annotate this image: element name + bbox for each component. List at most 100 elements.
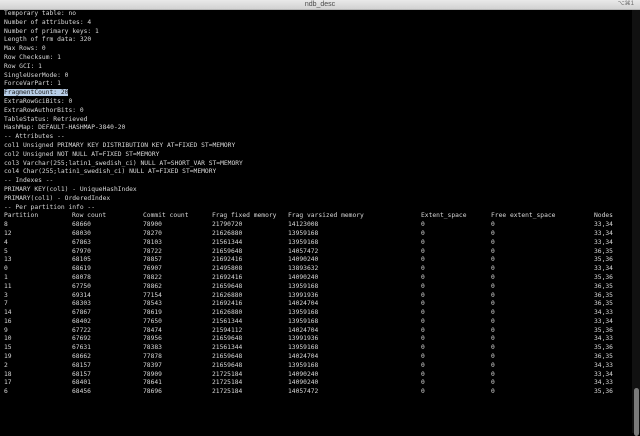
table-cell: Frag varsized memory <box>288 212 364 220</box>
table-cell: 0 <box>491 353 495 361</box>
table-cell: 0 <box>491 238 495 246</box>
table-cell: 78822 <box>143 273 162 281</box>
table-cell: 0 <box>421 256 425 264</box>
table-cell: 67631 <box>72 344 91 352</box>
table-cell: 21659648 <box>212 353 243 361</box>
table-cell: 13959168 <box>288 344 319 352</box>
table-cell: 33,34 <box>594 221 613 229</box>
table-cell: 33,34 <box>594 370 613 378</box>
table-cell: 21561344 <box>212 344 243 352</box>
table-cell: 0 <box>421 229 425 237</box>
table-cell: 78270 <box>143 229 162 237</box>
table-cell: 21659648 <box>212 361 243 369</box>
table-cell: 0 <box>421 309 425 317</box>
table-cell: 34,33 <box>594 309 613 317</box>
table-cell: 21495808 <box>212 265 243 273</box>
table-cell: 33,34 <box>594 238 613 246</box>
window-shortcut-label: ⌥⌘1 <box>617 1 634 7</box>
output-line: PRIMARY(col1) - OrderedIndex <box>0 195 632 204</box>
table-cell: 3 <box>4 291 8 299</box>
output-line-text: col3 Varchar(255;latin1_swedish_ci) NULL… <box>4 159 243 167</box>
table-row: 11 67750 78862 21659648 13959168 0 0 36,35 <box>0 283 632 292</box>
table-cell: 13 <box>4 256 12 264</box>
output-line-text: col4 Char(255;latin1_swedish_ci) NULL AT… <box>4 168 217 176</box>
table-cell: 15 <box>4 344 12 352</box>
table-cell: 21725184 <box>212 370 243 378</box>
table-cell: 77878 <box>143 353 162 361</box>
terminal-scrollbar[interactable] <box>632 10 640 436</box>
output-line-text: col2 Unsigned NOT NULL AT=FIXED ST=MEMOR… <box>4 150 160 158</box>
table-row: 9 67722 78474 21594112 14024704 0 0 35,36 <box>0 327 632 336</box>
table-cell: 67970 <box>72 247 91 255</box>
output-line-text: ExtraRowAuthorBits: 0 <box>4 106 84 114</box>
output-line-text: PRIMARY(col1) - OrderedIndex <box>4 194 111 202</box>
output-line-text: Row Checksum: 1 <box>4 53 61 61</box>
table-row: 17 68401 78641 21725184 14090240 0 0 34,33 <box>0 379 632 388</box>
output-line-text: HashMap: DEFAULT-HASHMAP-3840-20 <box>4 124 126 132</box>
table-cell: 6 <box>4 388 8 396</box>
highlighted-output-line-text: FragmentCount: 20 <box>4 89 69 97</box>
table-row: 7 68303 78543 21692416 14024704 0 0 36,35 <box>0 300 632 309</box>
table-cell: 13959168 <box>288 282 319 290</box>
table-cell: 0 <box>491 361 495 369</box>
table-cell: 68105 <box>72 256 91 264</box>
table-cell: 68157 <box>72 370 91 378</box>
table-cell: 0 <box>491 282 495 290</box>
table-cell: 14024704 <box>288 300 319 308</box>
table-cell: 68401 <box>72 379 91 387</box>
table-row: 15 67631 78383 21561344 13959168 0 0 35,36 <box>0 344 632 353</box>
table-cell: 1 <box>4 273 8 281</box>
table-cell: 0 <box>421 326 425 334</box>
table-cell: 0 <box>421 273 425 281</box>
output-line-text: PRIMARY KEY(col1) - UniqueHashIndex <box>4 185 137 193</box>
table-cell: 78857 <box>143 256 162 264</box>
table-cell: 13893632 <box>288 265 319 273</box>
table-cell: 78909 <box>143 370 162 378</box>
table-cell: Free extent_space <box>491 212 556 220</box>
table-cell: 68402 <box>72 317 91 325</box>
table-cell: 67750 <box>72 282 91 290</box>
table-cell: 77154 <box>143 291 162 299</box>
table-row: 8 68660 78900 21790720 14123008 0 0 33,34 <box>0 221 632 230</box>
table-cell: 21626880 <box>212 229 243 237</box>
table-row: 2 68157 78397 21659648 13959168 0 0 34,33 <box>0 362 632 371</box>
table-cell: Nodes <box>594 212 613 220</box>
highlighted-output-line: FragmentCount: 20 <box>0 89 632 98</box>
output-line: Length of frm data: 320 <box>0 36 632 45</box>
table-cell: 36,35 <box>594 353 613 361</box>
table-cell: 21626880 <box>212 291 243 299</box>
table-cell: 78474 <box>143 326 162 334</box>
table-cell: 21692416 <box>212 256 243 264</box>
table-cell: 68078 <box>72 273 91 281</box>
output-line: TableStatus: Retrieved <box>0 116 632 125</box>
terminal-output[interactable]: Temporary table: no Number of attributes:… <box>0 10 632 433</box>
table-cell: 36,35 <box>594 291 613 299</box>
table-cell: 0 <box>491 326 495 334</box>
output-line: HashMap: DEFAULT-HASHMAP-3840-20 <box>0 124 632 133</box>
table-cell: 5 <box>4 247 8 255</box>
table-cell: 77650 <box>143 317 162 325</box>
output-line: col3 Varchar(255;latin1_swedish_ci) NULL… <box>0 160 632 169</box>
table-cell: 11 <box>4 282 12 290</box>
table-cell: 14057472 <box>288 388 319 396</box>
table-cell: 0 <box>491 221 495 229</box>
table-cell: 21594112 <box>212 326 243 334</box>
table-cell: 0 <box>421 361 425 369</box>
table-cell: Row count <box>72 212 107 220</box>
table-cell: 0 <box>421 370 425 378</box>
output-line-text: SingleUserMode: 0 <box>4 71 69 79</box>
table-cell: 0 <box>491 335 495 343</box>
scrollbar-thumb[interactable] <box>634 388 639 436</box>
table-row: 18 68157 78909 21725184 14090240 0 0 33,34 <box>0 371 632 380</box>
table-cell: 0 <box>421 221 425 229</box>
table-cell: 18 <box>4 370 12 378</box>
table-cell: 0 <box>421 291 425 299</box>
table-cell: 13991936 <box>288 291 319 299</box>
output-line-text: col1 Unsigned PRIMARY KEY DISTRIBUTION K… <box>4 141 236 149</box>
table-cell: 78543 <box>143 300 162 308</box>
output-line-text: Max Rows: 0 <box>4 45 46 53</box>
table-cell: 21626880 <box>212 309 243 317</box>
output-line: PRIMARY KEY(col1) - UniqueHashIndex <box>0 186 632 195</box>
table-cell: Partition <box>4 212 39 220</box>
table-cell: 19 <box>4 353 12 361</box>
